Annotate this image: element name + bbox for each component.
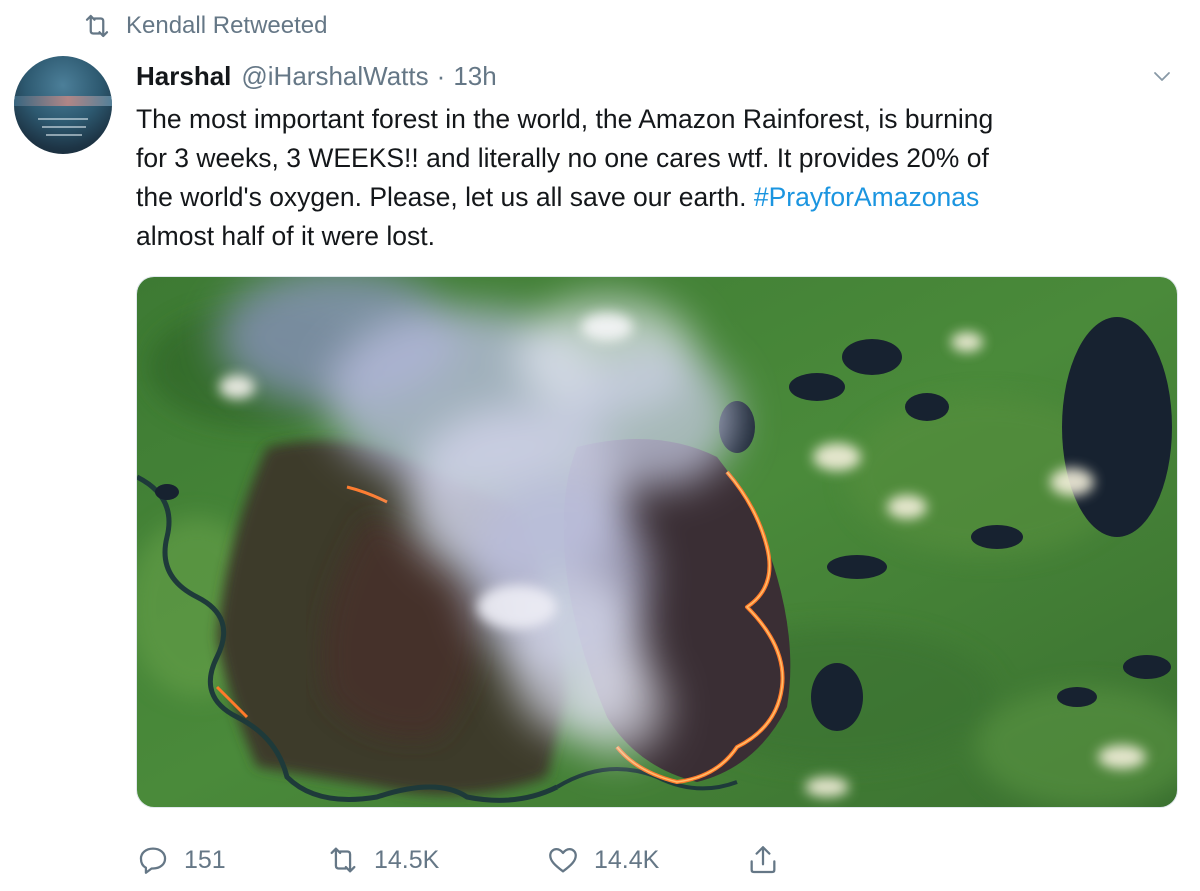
tweet-text-line: almost half of it were lost. (136, 221, 435, 251)
reply-count: 151 (184, 845, 226, 874)
tweet-text-segment: the world's oxygen. Please, let us all s… (136, 182, 754, 212)
retweet-button[interactable]: 14.5K (326, 843, 546, 877)
chevron-down-icon[interactable] (1150, 64, 1174, 88)
tweet-actions: 151 14.5K 14.4K (136, 838, 780, 882)
hashtag-link[interactable]: #PrayforAmazonas (754, 182, 979, 212)
retweet-context[interactable]: Kendall Retweeted (82, 8, 327, 44)
like-button[interactable]: 14.4K (546, 843, 746, 877)
tweet-text: The most important forest in the world, … (136, 100, 1176, 256)
reply-icon (139, 847, 167, 874)
reply-button[interactable]: 151 (136, 843, 326, 877)
share-button[interactable] (746, 843, 780, 877)
header-separator: · (436, 60, 446, 91)
retweet-count: 14.5K (374, 845, 440, 874)
retweet-icon (85, 14, 109, 38)
author-name[interactable]: Harshal (136, 61, 231, 92)
retweet-icon (330, 847, 356, 873)
tweet-text-line: the world's oxygen. Please, let us all s… (136, 178, 1176, 217)
satellite-wildfire-photo (137, 277, 1177, 807)
tweet-header: Harshal @iHarshalWatts · 13h (136, 56, 497, 96)
like-count: 14.4K (594, 845, 660, 874)
retweet-context-label: Kendall Retweeted (126, 12, 328, 39)
author-handle[interactable]: @iHarshalWatts (241, 61, 428, 92)
tweet-media-image[interactable] (136, 276, 1178, 808)
avatar[interactable] (14, 56, 112, 154)
tweet-text-line: The most important forest in the world, … (136, 104, 994, 134)
share-icon (750, 846, 776, 874)
heart-icon (549, 847, 577, 873)
tweet-timestamp[interactable]: 13h (453, 61, 496, 92)
tweet-text-line: for 3 weeks, 3 WEEKS!! and literally no … (136, 143, 989, 173)
